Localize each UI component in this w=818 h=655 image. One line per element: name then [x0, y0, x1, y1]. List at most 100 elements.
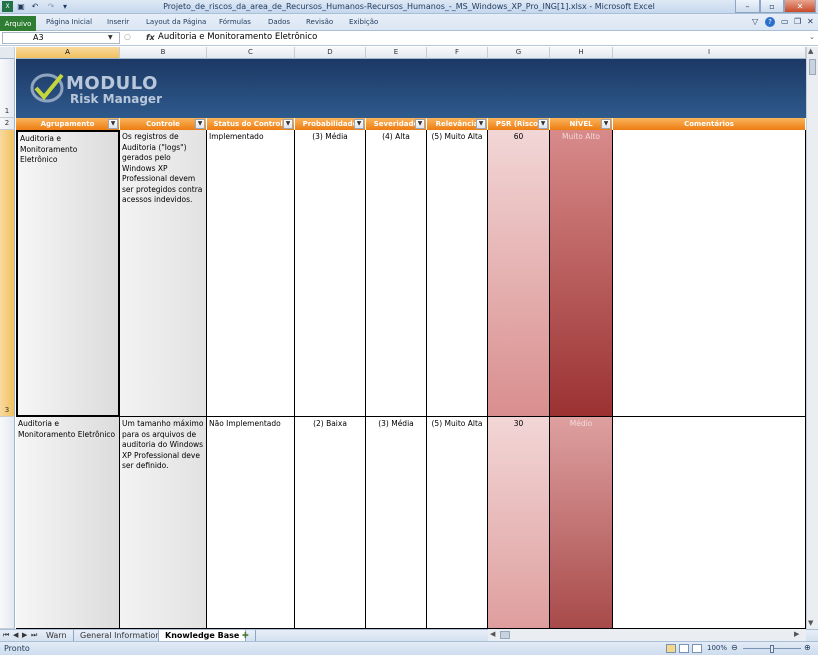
cell-a3-agrupamento[interactable]: Auditoria e Monitoramento Eletrônico: [16, 130, 120, 417]
column-header-i[interactable]: I: [613, 47, 806, 59]
expand-formula-bar-icon[interactable]: ⌄: [809, 33, 815, 41]
cell-d3-probabilidade[interactable]: (3) Média: [295, 130, 366, 417]
column-header-g[interactable]: G: [488, 47, 550, 59]
first-sheet-icon[interactable]: ⏮: [3, 631, 9, 640]
filter-dropdown-icon[interactable]: ▼: [538, 119, 548, 129]
zoom-slider-thumb[interactable]: [770, 645, 774, 653]
cell-a4-agrupamento[interactable]: Auditoria e Monitoramento Eletrônico: [16, 417, 120, 629]
header-comentarios: Comentários: [613, 118, 806, 130]
row-header-1[interactable]: 1: [0, 59, 15, 118]
row-header-4[interactable]: [0, 417, 15, 629]
cell-d4-probabilidade[interactable]: (2) Baixa: [295, 417, 366, 629]
tab-formulas[interactable]: Fórmulas: [219, 18, 251, 26]
page-break-view-icon[interactable]: [692, 644, 702, 653]
vertical-scrollbar[interactable]: ▲ ▼: [806, 47, 818, 629]
name-box[interactable]: A3: [2, 32, 120, 44]
tab-view[interactable]: Exibição: [349, 18, 378, 26]
cell-g4-psr[interactable]: 30: [488, 417, 550, 629]
scroll-thumb[interactable]: [809, 59, 816, 75]
page-layout-view-icon[interactable]: [679, 644, 689, 653]
insert-function-icon[interactable]: fx: [146, 33, 155, 42]
name-box-dropdown-icon[interactable]: ▼: [108, 34, 113, 41]
expand-formula-icon[interactable]: ○: [124, 32, 131, 41]
header-severidade: Severidade ▼: [366, 118, 427, 130]
header-psr: PSR (Risco) ▼: [488, 118, 550, 130]
filter-dropdown-icon[interactable]: ▼: [195, 119, 205, 129]
header-label: Severidade: [373, 120, 419, 128]
zoom-out-icon[interactable]: ⊖: [731, 643, 738, 652]
header-label: Relevância: [435, 120, 479, 128]
tab-review[interactable]: Revisão: [306, 18, 333, 26]
filter-dropdown-icon[interactable]: ▼: [601, 119, 611, 129]
banner: MODULO Risk Manager: [16, 59, 806, 118]
row-header-2[interactable]: 2: [0, 118, 15, 130]
hscroll-thumb[interactable]: [500, 631, 510, 639]
minimize-button[interactable]: –: [735, 0, 760, 13]
window-minimize-icon[interactable]: ▭: [781, 17, 789, 26]
cell-c3-status[interactable]: Implementado: [207, 130, 295, 417]
header-probabilidade: Probabilidade ▼: [295, 118, 366, 130]
sheet-tab-warn[interactable]: Warn: [40, 630, 74, 641]
row-header-3[interactable]: 3: [0, 130, 15, 417]
next-sheet-icon[interactable]: ▶: [22, 631, 27, 639]
column-header-a[interactable]: A: [16, 47, 120, 59]
cell-f3-relevancia[interactable]: (5) Muito Alta: [427, 130, 488, 417]
header-status: Status do Controle ▼: [207, 118, 295, 130]
prev-sheet-icon[interactable]: ◀: [13, 631, 18, 639]
tab-data[interactable]: Dados: [268, 18, 290, 26]
scroll-down-icon[interactable]: ▼: [808, 619, 813, 627]
cell-f4-relevancia[interactable]: (5) Muito Alta: [427, 417, 488, 629]
tab-home[interactable]: Página Inicial: [46, 18, 92, 26]
column-header-f[interactable]: F: [427, 47, 488, 59]
normal-view-icon[interactable]: [666, 644, 676, 653]
filter-dropdown-icon[interactable]: ▼: [354, 119, 364, 129]
cell-i3-comentarios[interactable]: [613, 130, 806, 417]
scroll-up-icon[interactable]: ▲: [808, 47, 813, 55]
column-header-h[interactable]: H: [550, 47, 613, 59]
help-icon[interactable]: ?: [765, 17, 775, 27]
column-header-e[interactable]: E: [366, 47, 427, 59]
file-tab[interactable]: Arquivo: [0, 16, 36, 31]
cell-b4-controle[interactable]: Um tamanho máximo para os arquivos de au…: [120, 417, 207, 629]
filter-dropdown-icon[interactable]: ▼: [476, 119, 486, 129]
filter-dropdown-icon[interactable]: ▼: [108, 119, 118, 129]
scroll-left-icon[interactable]: ◀: [490, 630, 495, 638]
cell-c4-status[interactable]: Não Implementado: [207, 417, 295, 629]
column-header-c[interactable]: C: [207, 47, 295, 59]
last-sheet-icon[interactable]: ⏭: [31, 631, 37, 640]
maximize-button[interactable]: ▫: [760, 0, 784, 13]
filter-dropdown-icon[interactable]: ▼: [283, 119, 293, 129]
modulo-logo-icon: [30, 73, 64, 103]
cell-g3-psr[interactable]: 60: [488, 130, 550, 417]
header-agrupamento: Agrupamento ▼: [16, 118, 120, 130]
column-header-b[interactable]: B: [120, 47, 207, 59]
sheet-tab-general-information[interactable]: General Information: [74, 630, 168, 641]
scroll-right-icon[interactable]: ▶: [794, 630, 799, 638]
window-close-icon[interactable]: ✕: [807, 17, 814, 26]
column-header-d[interactable]: D: [295, 47, 366, 59]
minimize-ribbon-icon[interactable]: ▽: [752, 17, 758, 26]
cell-h3-nivel[interactable]: Muito Alto: [550, 130, 613, 417]
cell-h4-nivel[interactable]: Médio: [550, 417, 613, 629]
zoom-level[interactable]: 100%: [707, 644, 727, 652]
tab-page-layout[interactable]: Layout da Página: [146, 18, 206, 26]
zoom-in-icon[interactable]: ⊕: [804, 643, 811, 652]
cell-e3-severidade[interactable]: (4) Alta: [366, 130, 427, 417]
close-button[interactable]: ✕: [784, 0, 816, 13]
cell-e4-severidade[interactable]: (3) Média: [366, 417, 427, 629]
window-restore-icon[interactable]: ❐: [794, 17, 801, 26]
header-nivel: NÍVEL ▼: [550, 118, 613, 130]
new-sheet-icon[interactable]: ✚: [236, 630, 256, 641]
filter-dropdown-icon[interactable]: ▼: [415, 119, 425, 129]
cell-i4-comentarios[interactable]: [613, 417, 806, 629]
select-all-corner[interactable]: [0, 47, 15, 59]
cell-b3-controle[interactable]: Os registros de Auditoria ("logs") gerad…: [120, 130, 207, 417]
sheet-tab-knowledge-base[interactable]: Knowledge Base: [158, 630, 247, 641]
horizontal-scrollbar[interactable]: ◀ ▶: [488, 629, 806, 641]
tab-insert[interactable]: Inserir: [107, 18, 129, 26]
logo-text-risk-manager: Risk Manager: [70, 92, 162, 106]
status-ready: Pronto: [4, 644, 30, 653]
formula-input[interactable]: Auditoria e Monitoramento Eletrônico: [158, 32, 808, 44]
window-title: Projeto_de_riscos_da_area_de_Recursos_Hu…: [163, 2, 655, 11]
header-label: Probabilidade: [302, 120, 358, 128]
